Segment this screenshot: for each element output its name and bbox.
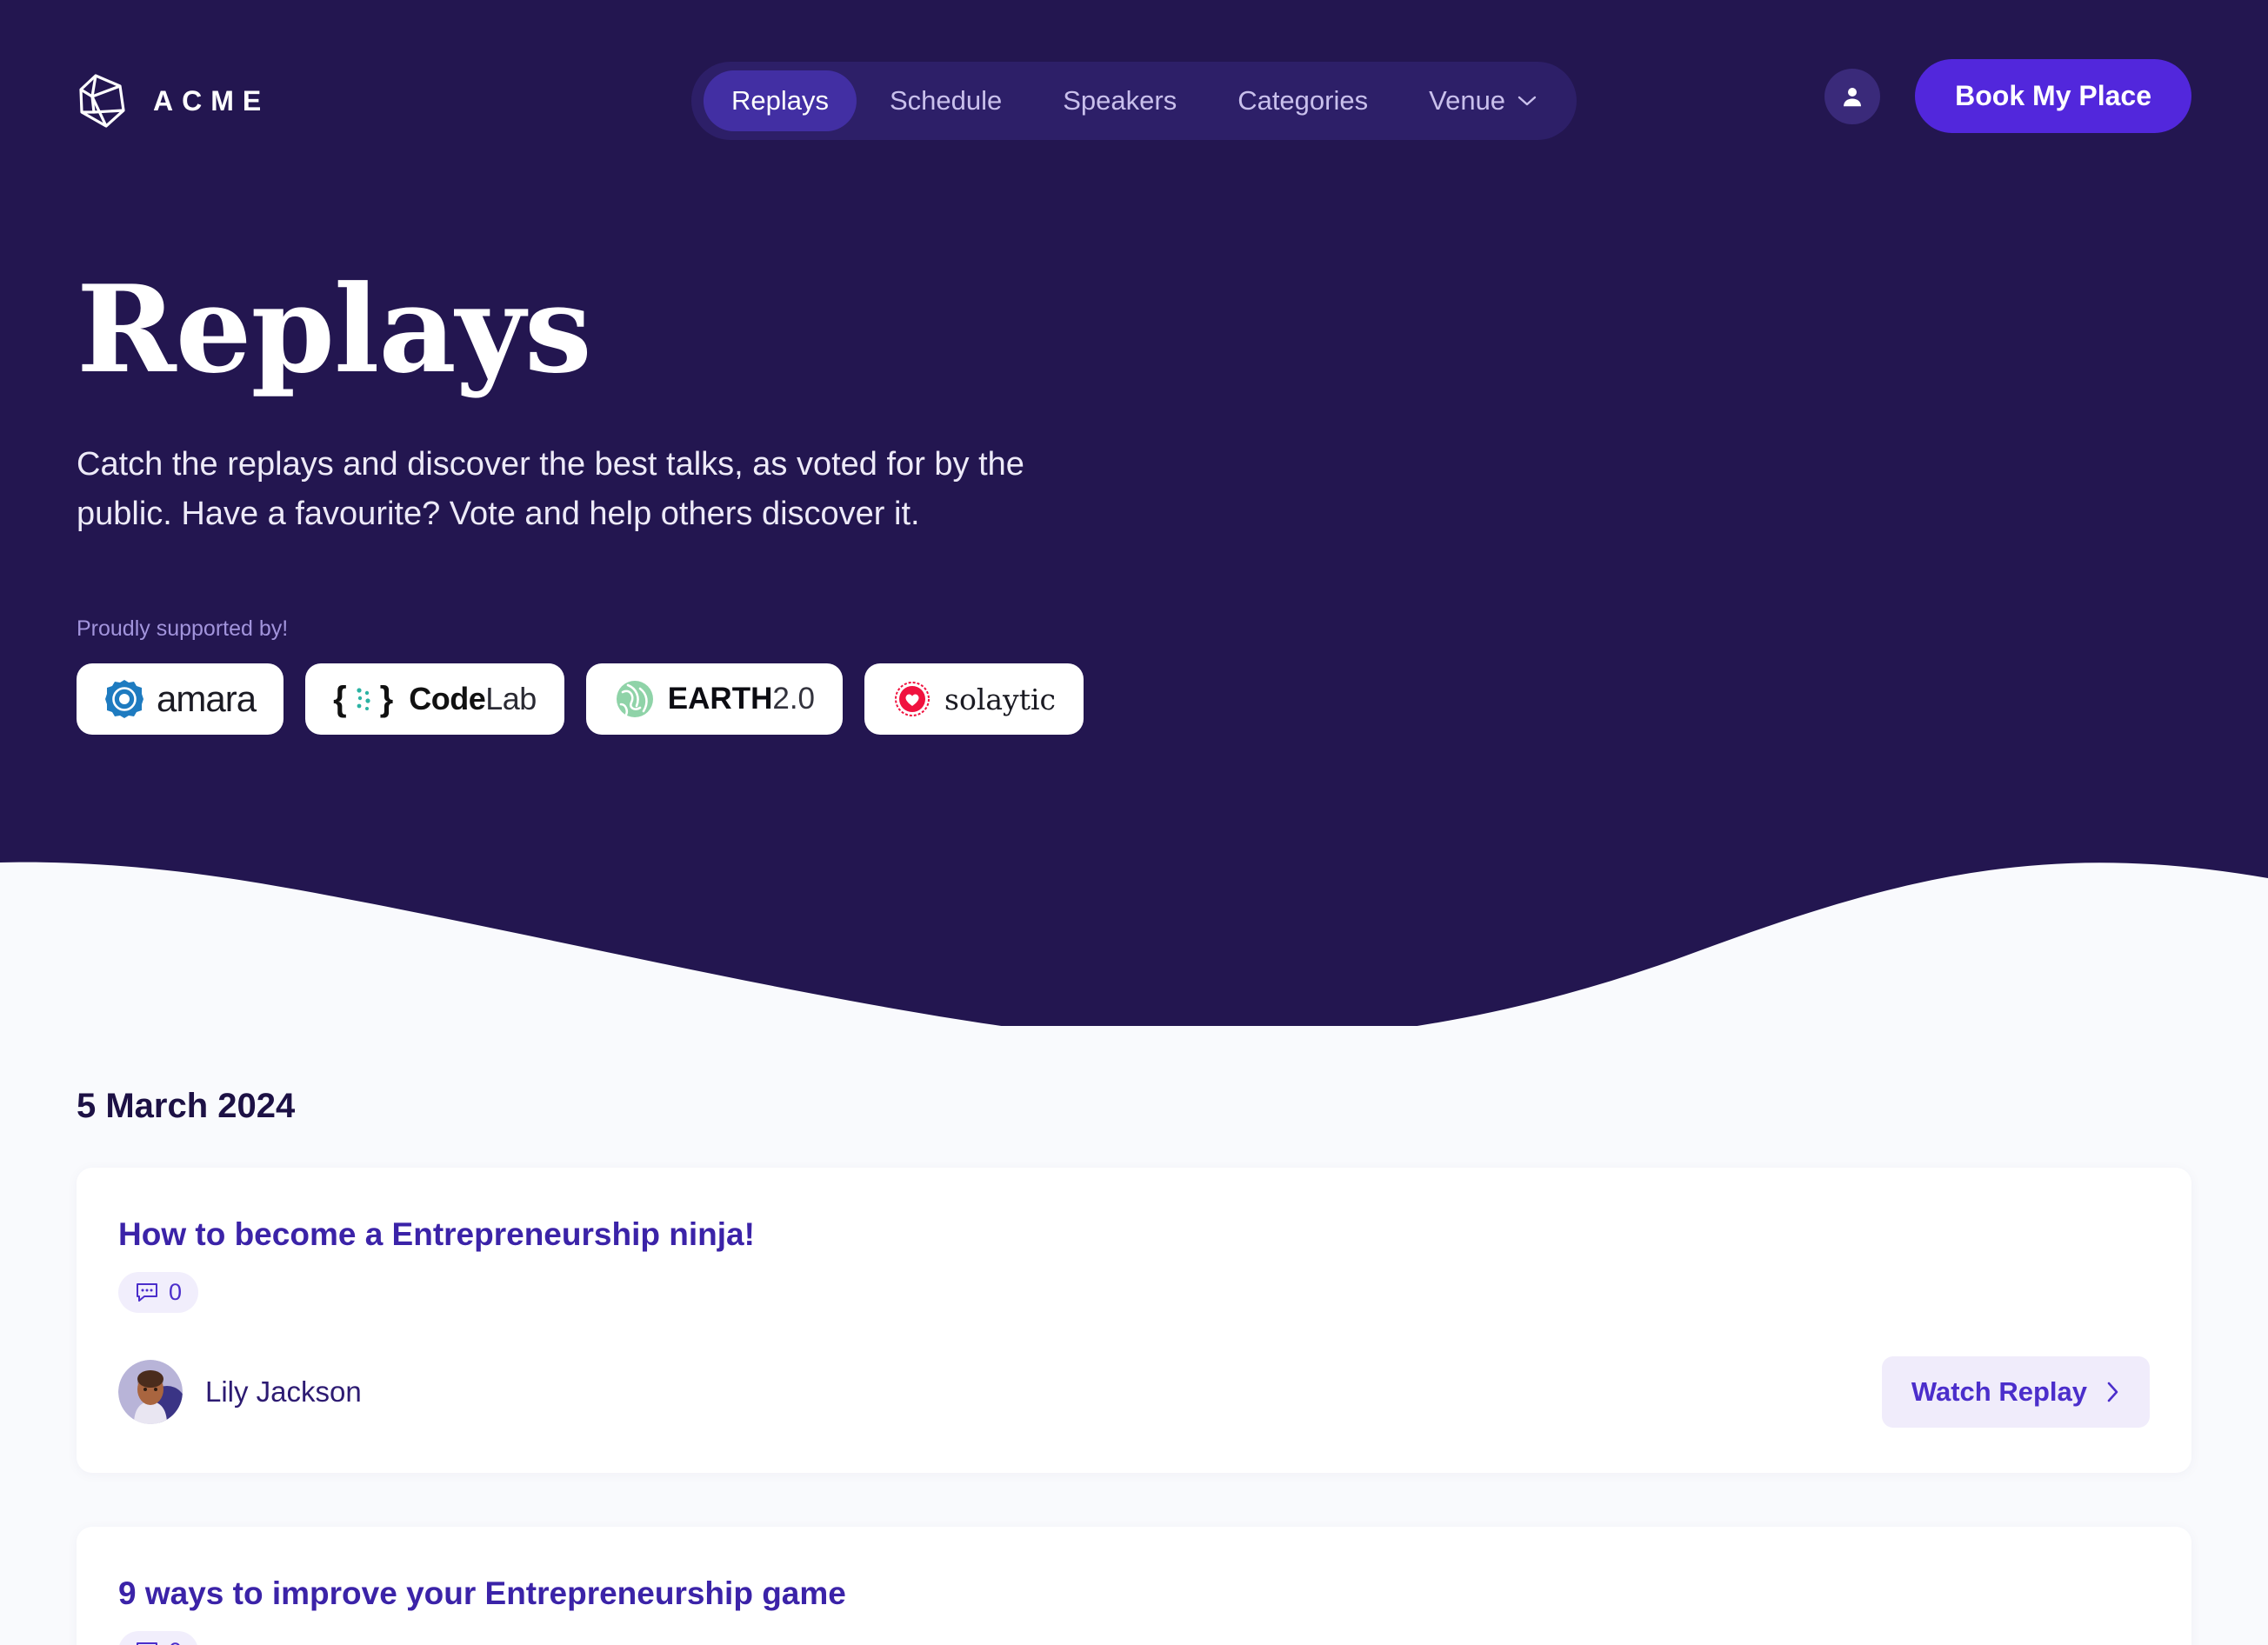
chevron-right-icon xyxy=(2107,1382,2118,1402)
author-name: Lily Jackson xyxy=(205,1375,362,1408)
comment-badge[interactable]: 0 xyxy=(118,1272,199,1313)
nav-label: Replays xyxy=(730,85,829,116)
comment-bubble-icon xyxy=(137,1282,157,1302)
site-header: ACME Replays Schedule Speakers Categorie… xyxy=(0,0,2268,202)
sponsor-name-suffix: 2.0 xyxy=(772,682,816,716)
codelab-braces-icon-close: } xyxy=(379,679,394,718)
account-button[interactable] xyxy=(1824,68,1881,124)
brand-logo[interactable]: ACME xyxy=(77,72,270,130)
sponsor-amara[interactable]: amara xyxy=(77,663,284,736)
header-actions: Book My Place xyxy=(1824,59,2191,133)
replay-card[interactable]: How to become a Entrepreneurship ninja! … xyxy=(77,1168,2191,1473)
watch-replay-button[interactable]: Watch Replay xyxy=(1881,1356,2150,1428)
avatar xyxy=(118,1360,183,1424)
codelab-braces-icon: { xyxy=(333,679,347,718)
replay-card-footer: Lily Jackson Watch Replay xyxy=(118,1356,2150,1428)
sponsor-solaytic[interactable]: solaytic xyxy=(864,663,1084,736)
date-heading: 5 March 2024 xyxy=(77,1087,296,1125)
sponsor-name-suffix: Lab xyxy=(485,681,537,717)
replays-list-section: 5 March 2024 How to become a Entrepreneu… xyxy=(0,1026,2268,1645)
replay-title: 9 ways to improve your Entrepreneurship … xyxy=(118,1575,846,1611)
gem-wireframe-icon xyxy=(79,74,125,128)
nav-label: Speakers xyxy=(1063,85,1177,116)
watch-replay-label: Watch Replay xyxy=(1911,1376,2087,1407)
sponsor-name: amara xyxy=(157,678,257,720)
sponsor-earth20[interactable]: EARTH 2.0 xyxy=(585,663,844,736)
comment-badge[interactable]: 0 xyxy=(118,1631,199,1645)
replay-title: How to become a Entrepreneurship ninja! xyxy=(118,1216,755,1252)
hero-section: ACME Replays Schedule Speakers Categorie… xyxy=(0,0,2268,1026)
codelab-dots-icon xyxy=(357,688,370,711)
comment-count: 0 xyxy=(169,1279,183,1305)
nav-item-speakers[interactable]: Speakers xyxy=(1035,70,1204,131)
user-icon xyxy=(1844,87,1862,106)
sponsor-name: Code xyxy=(409,681,486,717)
nav-item-schedule[interactable]: Schedule xyxy=(862,70,1030,131)
hero-subtitle: Catch the replays and discover the best … xyxy=(77,446,1024,532)
hero-content: Replays Catch the replays and discover t… xyxy=(77,258,1120,736)
sponsor-codelab[interactable]: { } Code Lab xyxy=(305,663,564,736)
replay-card[interactable]: 9 ways to improve your Entrepreneurship … xyxy=(77,1527,2191,1645)
nav-item-categories[interactable]: Categories xyxy=(1210,70,1396,131)
sponsor-name: EARTH xyxy=(667,682,773,716)
author[interactable]: Lily Jackson xyxy=(118,1360,362,1424)
sponsor-list: amara { } Code Lab EARTH 2.0 solaytic xyxy=(77,663,1120,736)
brand-name: ACME xyxy=(153,84,270,117)
earth-globe-icon xyxy=(616,681,653,718)
solaytic-heart-icon xyxy=(895,682,931,717)
nav-item-venue[interactable]: Venue xyxy=(1401,70,1564,131)
comment-bubble-icon xyxy=(137,1642,157,1645)
book-my-place-button[interactable]: Book My Place xyxy=(1915,59,2191,133)
nav-label: Schedule xyxy=(889,85,1003,116)
sponsor-name: solaytic xyxy=(944,682,1056,716)
page-title: Replays xyxy=(77,258,592,400)
nav-label: Categories xyxy=(1237,85,1369,116)
chevron-down-icon xyxy=(1518,96,1537,106)
nav-item-replays[interactable]: Replays xyxy=(703,70,857,131)
main-navigation: Replays Schedule Speakers Categories Ven… xyxy=(690,62,1578,140)
amara-badge-icon xyxy=(105,680,143,719)
comment-count: 0 xyxy=(169,1638,182,1645)
sponsors-label: Proudly supported by! xyxy=(77,616,289,642)
nav-label: Venue xyxy=(1429,85,1506,116)
